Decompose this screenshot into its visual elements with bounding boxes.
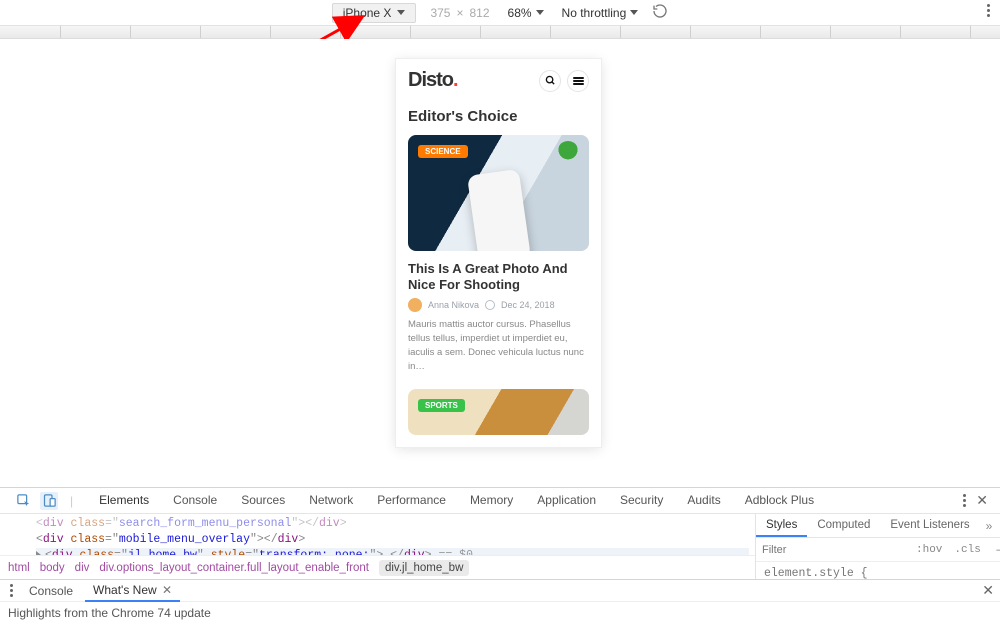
zoom-value: 68% xyxy=(508,6,532,20)
crumb-html[interactable]: html xyxy=(8,562,30,574)
device-canvas: Disto. Editor's Choice SCIENCE This Is A… xyxy=(0,39,1000,487)
style-rule-selector: element.style { xyxy=(764,566,992,579)
crumb-div2[interactable]: div.options_layout_container.full_layout… xyxy=(99,562,369,574)
category-badge[interactable]: SPORTS xyxy=(418,399,465,412)
tab-styles[interactable]: Styles xyxy=(756,514,807,537)
inspect-element-button[interactable] xyxy=(14,492,32,510)
clock-icon xyxy=(485,300,495,310)
article-byline: Anna Nikova Dec 24, 2018 xyxy=(396,298,601,318)
cls-toggle[interactable]: .cls xyxy=(948,544,986,556)
tab-memory[interactable]: Memory xyxy=(458,488,525,514)
drawer: Console What's New ✕ ✕ Highlights from t… xyxy=(0,579,1000,623)
dimensions: 375 × 812 xyxy=(430,6,489,20)
close-tab-button[interactable]: ✕ xyxy=(162,583,172,597)
tab-event-listeners[interactable]: Event Listeners xyxy=(880,514,979,537)
dim-height[interactable]: 812 xyxy=(469,6,489,20)
close-devtools-button[interactable]: ✕ xyxy=(976,492,988,509)
drawer-tab-label: What's New xyxy=(93,583,157,597)
site-header: Disto. xyxy=(396,59,601,100)
rotate-button[interactable] xyxy=(652,3,668,22)
kebab-icon xyxy=(987,4,990,17)
tab-adblock[interactable]: Adblock Plus xyxy=(733,488,826,514)
hero-decor xyxy=(557,141,579,163)
ruler xyxy=(0,26,1000,39)
article-excerpt: Mauris mattis auctor cursus. Phasellus t… xyxy=(396,318,601,389)
drawer-body: Highlights from the Chrome 74 update xyxy=(0,602,1000,623)
tab-application[interactable]: Application xyxy=(525,488,608,514)
author-name[interactable]: Anna Nikova xyxy=(428,300,479,310)
styles-filter-bar: :hov .cls ＋ xyxy=(756,538,1000,562)
avatar[interactable] xyxy=(408,298,422,312)
article2-hero-image[interactable]: SPORTS xyxy=(408,389,589,435)
tab-computed[interactable]: Computed xyxy=(807,514,880,537)
article-title[interactable]: This Is A Great Photo And Nice For Shoot… xyxy=(396,251,601,298)
dom-tree[interactable]: <div class="search_form_menu_personal"><… xyxy=(0,514,755,555)
hamburger-icon xyxy=(573,76,584,86)
chevron-down-icon xyxy=(536,10,544,15)
new-style-rule-button[interactable]: ＋ xyxy=(987,542,1000,558)
dom-line[interactable]: <div class="mobile_menu_overlay"></div> xyxy=(36,532,749,548)
styles-body[interactable]: element.style { transform: none; xyxy=(756,562,1000,579)
styles-filter-input[interactable] xyxy=(756,540,910,560)
device-select[interactable]: iPhone X xyxy=(332,3,417,23)
dom-line-selected[interactable]: <div class="jl_home_bw" style="transform… xyxy=(36,548,749,555)
crumb-body[interactable]: body xyxy=(40,562,65,574)
device-select-label: iPhone X xyxy=(343,6,392,20)
dim-width[interactable]: 375 xyxy=(430,6,450,20)
styles-tabs: Styles Computed Event Listeners » xyxy=(756,514,1000,538)
crumb-div1[interactable]: div xyxy=(75,562,90,574)
tab-performance[interactable]: Performance xyxy=(365,488,458,514)
search-icon xyxy=(545,75,556,86)
tab-sources[interactable]: Sources xyxy=(229,488,297,514)
device-toolbar: iPhone X 375 × 812 68% No throttling xyxy=(0,0,1000,26)
menu-button[interactable] xyxy=(567,70,589,92)
more-options-button[interactable] xyxy=(987,4,990,17)
tab-elements[interactable]: Elements xyxy=(87,488,161,514)
dom-line[interactable]: <div class="search_form_menu_personal"><… xyxy=(36,516,749,532)
zoom-select[interactable]: 68% xyxy=(508,6,544,20)
chevron-down-icon xyxy=(630,10,638,15)
article-hero-image[interactable]: SCIENCE xyxy=(408,135,589,251)
devtools-tabs: | Elements Console Sources Network Perfo… xyxy=(0,488,1000,514)
devtools-panel: | Elements Console Sources Network Perfo… xyxy=(0,487,1000,623)
throttling-select[interactable]: No throttling xyxy=(562,6,639,20)
tab-audits[interactable]: Audits xyxy=(675,488,732,514)
section-title: Editor's Choice xyxy=(396,100,601,135)
styles-panel: Styles Computed Event Listeners » :hov .… xyxy=(756,514,1000,579)
dim-x: × xyxy=(456,6,463,20)
logo-text: Disto xyxy=(408,69,453,91)
chevron-down-icon xyxy=(397,10,405,15)
throttling-value: No throttling xyxy=(562,6,627,20)
crumb-selected[interactable]: div.jl_home_bw xyxy=(379,560,469,576)
site-logo[interactable]: Disto. xyxy=(408,69,458,92)
article-date: Dec 24, 2018 xyxy=(501,300,555,310)
breadcrumb: html body div div.options_layout_contain… xyxy=(0,555,755,579)
logo-dot: . xyxy=(453,69,458,91)
tab-security[interactable]: Security xyxy=(608,488,675,514)
tab-network[interactable]: Network xyxy=(297,488,365,514)
device-preview[interactable]: Disto. Editor's Choice SCIENCE This Is A… xyxy=(396,59,601,447)
category-badge[interactable]: SCIENCE xyxy=(418,145,468,158)
close-drawer-button[interactable]: ✕ xyxy=(982,582,994,599)
drawer-tab-console[interactable]: Console xyxy=(21,581,81,601)
divider: | xyxy=(66,494,77,508)
toggle-device-button[interactable] xyxy=(40,492,58,510)
elements-panel: <div class="search_form_menu_personal"><… xyxy=(0,514,756,579)
search-button[interactable] xyxy=(539,70,561,92)
expand-icon[interactable] xyxy=(36,551,41,555)
tab-console[interactable]: Console xyxy=(161,488,229,514)
more-tabs-button[interactable]: » xyxy=(980,519,999,533)
devtools-more-button[interactable] xyxy=(963,494,966,507)
drawer-more-button[interactable] xyxy=(6,584,17,597)
drawer-tab-whatsnew[interactable]: What's New ✕ xyxy=(85,580,180,602)
hov-toggle[interactable]: :hov xyxy=(910,544,948,556)
